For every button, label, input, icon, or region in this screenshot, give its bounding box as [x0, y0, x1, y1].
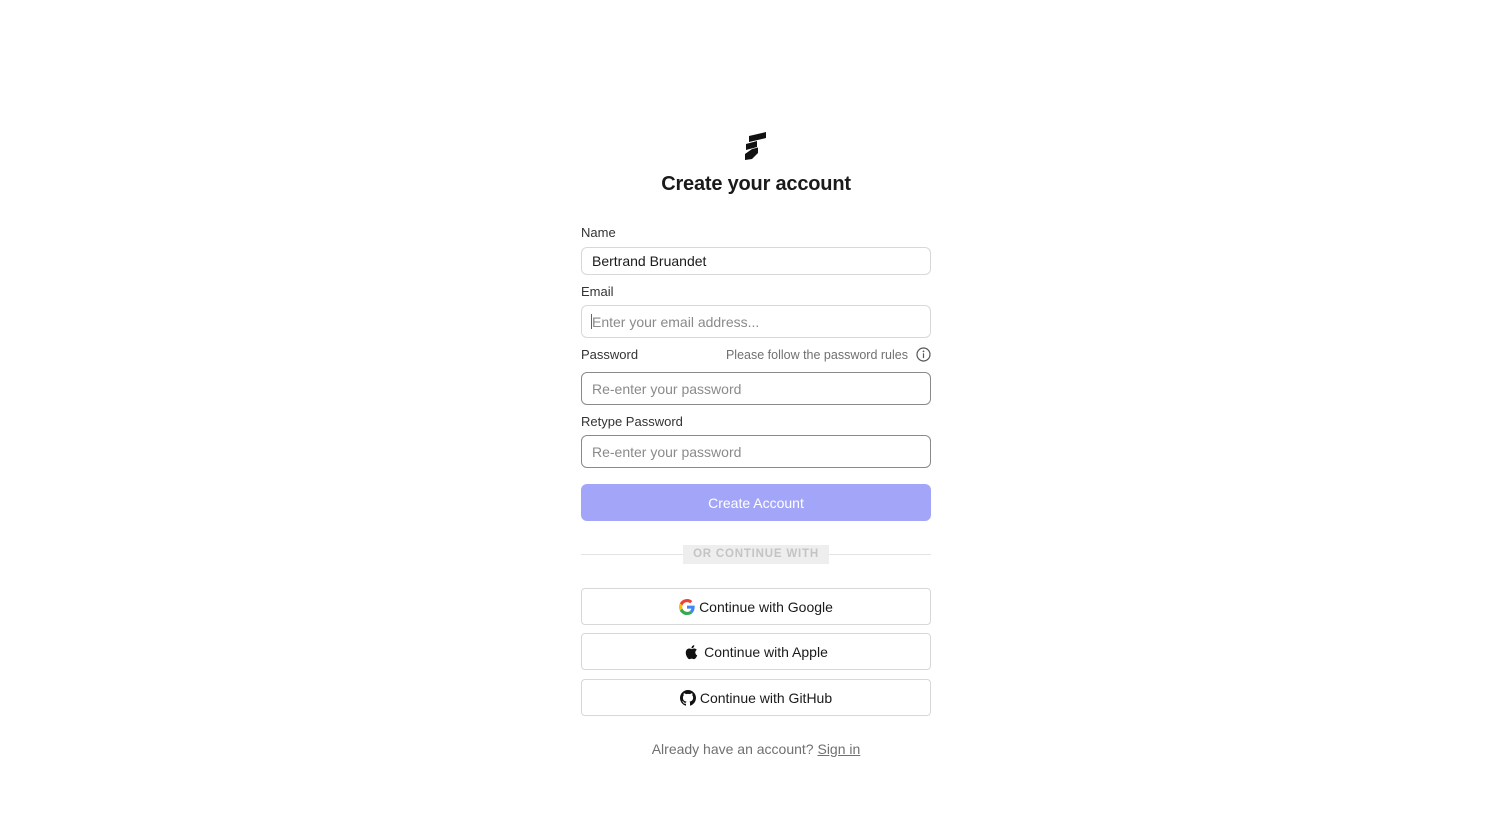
signin-prompt: Already have an account? Sign in: [581, 741, 931, 757]
divider-label: OR CONTINUE WITH: [683, 545, 829, 564]
email-field-wrapper: [581, 305, 931, 338]
password-input[interactable]: [581, 372, 931, 405]
signin-prompt-text: Already have an account?: [651, 741, 814, 757]
github-icon: [679, 689, 696, 706]
github-button-label: Continue with GitHub: [699, 689, 833, 706]
name-input[interactable]: [581, 247, 931, 275]
password-hint[interactable]: Please follow the password rules: [726, 347, 931, 362]
retype-password-input[interactable]: [581, 435, 931, 468]
google-icon: [679, 598, 695, 615]
continue-with-github-button[interactable]: Continue with GitHub: [581, 679, 931, 716]
retype-password-label: Retype Password: [581, 414, 683, 429]
continue-with-apple-button[interactable]: Continue with Apple: [581, 633, 931, 670]
apple-icon: [685, 644, 698, 659]
brand-logo-icon: [745, 132, 766, 160]
sign-in-link[interactable]: Sign in: [817, 741, 860, 757]
email-input[interactable]: [581, 305, 931, 338]
continue-with-google-button[interactable]: Continue with Google: [581, 588, 931, 625]
name-label: Name: [581, 225, 616, 240]
email-label: Email: [581, 284, 614, 299]
google-button-label: Continue with Google: [699, 598, 833, 615]
create-account-button[interactable]: Create Account: [581, 484, 931, 521]
password-hint-text: Please follow the password rules: [725, 347, 908, 362]
text-caret: [591, 314, 592, 329]
info-icon[interactable]: [916, 347, 931, 362]
signup-page: Create your account Name Email Password …: [0, 0, 1512, 814]
apple-button-label: Continue with Apple: [704, 643, 828, 660]
page-title: Create your account: [661, 173, 851, 195]
password-label: Password: [581, 347, 639, 362]
